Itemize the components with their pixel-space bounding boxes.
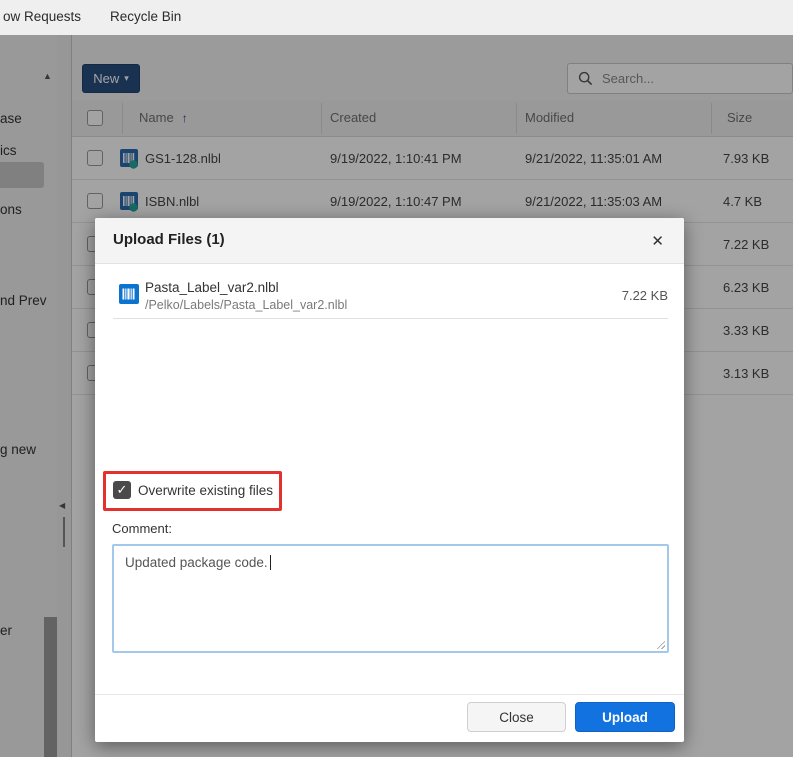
comment-label: Comment: [112, 521, 172, 536]
text-cursor [270, 555, 271, 570]
divider [113, 318, 668, 319]
dialog-header: Upload Files (1) ✕ [95, 218, 684, 264]
comment-textarea[interactable]: Updated package code. [112, 544, 669, 653]
upload-file-path: /Pelko/Labels/Pasta_Label_var2.nlbl [145, 298, 347, 312]
resize-grip-icon[interactable] [655, 639, 665, 649]
upload-files-dialog: Upload Files (1) ✕ Pasta_Label_var2.nlbl… [95, 218, 684, 742]
dialog-title: Upload Files (1) [113, 231, 225, 248]
comment-text: Updated package code. [125, 555, 268, 570]
barcode-file-icon [119, 284, 139, 304]
upload-file-name: Pasta_Label_var2.nlbl [145, 280, 279, 295]
tab-recycle-bin[interactable]: Recycle Bin [110, 9, 181, 24]
overwrite-checkbox-label[interactable]: Overwrite existing files [138, 483, 273, 498]
top-nav-bar: ow Requests Recycle Bin [0, 0, 793, 35]
close-icon[interactable]: ✕ [647, 230, 668, 252]
upload-file-size: 7.22 KB [622, 288, 668, 303]
overwrite-checkbox[interactable]: ✓ [113, 481, 131, 499]
close-button[interactable]: Close [467, 702, 566, 732]
upload-button[interactable]: Upload [575, 702, 675, 732]
tab-workflow-requests[interactable]: ow Requests [3, 9, 81, 24]
divider [95, 694, 684, 695]
